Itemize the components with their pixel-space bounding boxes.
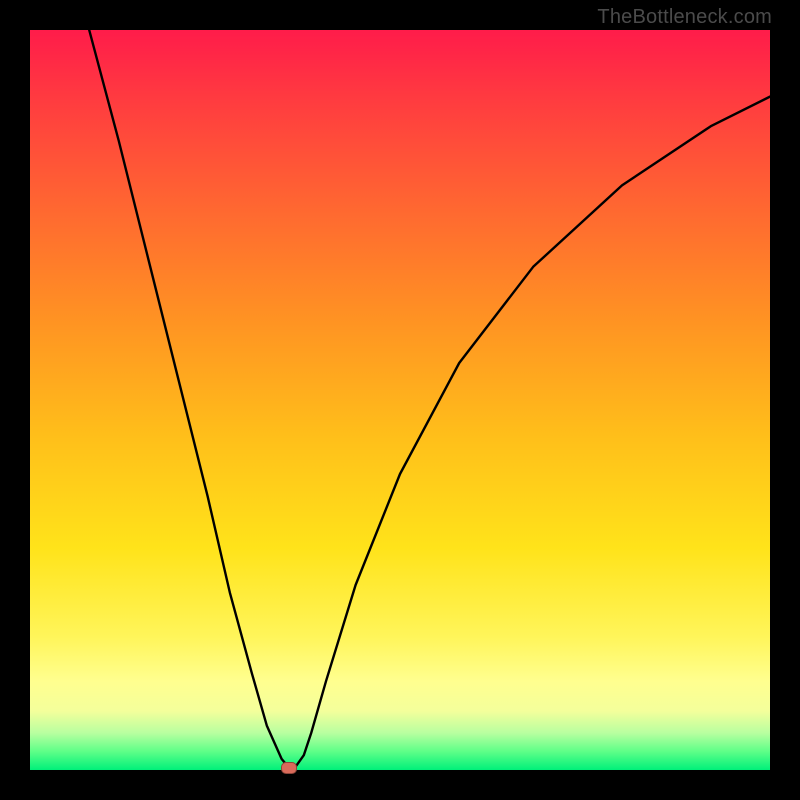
bottleneck-curve: [30, 30, 770, 770]
curve-path: [89, 30, 770, 768]
plot-area: [30, 30, 770, 770]
watermark-text: TheBottleneck.com: [597, 6, 772, 29]
optimal-point-marker: [281, 762, 297, 774]
chart-frame: TheBottleneck.com: [0, 0, 800, 800]
